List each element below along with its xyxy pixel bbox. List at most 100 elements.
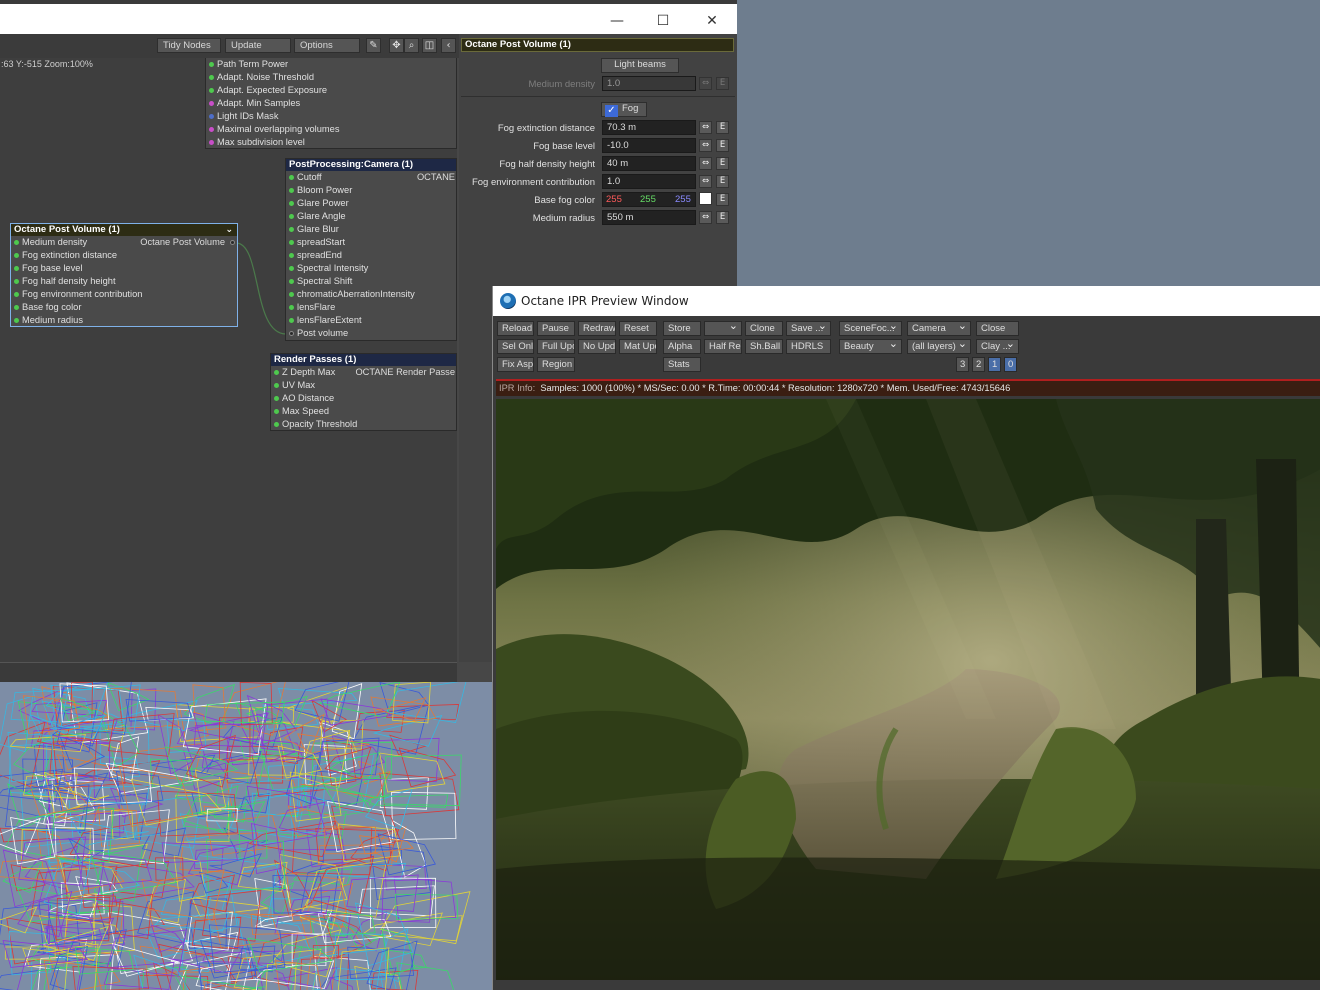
node-input-row[interactable]: Z Depth Max OCTANE Render Passe bbox=[271, 366, 456, 379]
node-input-row[interactable]: Adapt. Noise Threshold bbox=[206, 71, 456, 84]
base-fog-color-field[interactable]: 255 255 255 bbox=[602, 192, 696, 207]
region-button[interactable]: Region bbox=[537, 357, 575, 372]
node-input-row[interactable]: Glare Angle bbox=[286, 210, 456, 223]
node-input-row[interactable]: Spectral Intensity bbox=[286, 262, 456, 275]
half-res-button[interactable]: Half Res bbox=[704, 339, 742, 354]
close-ipr-button[interactable]: Close bbox=[976, 321, 1019, 336]
redraw-button[interactable]: Redraw bbox=[578, 321, 616, 336]
slot-0-button[interactable]: 0 bbox=[1004, 357, 1017, 372]
node-input-row[interactable]: Max Speed bbox=[271, 405, 456, 418]
envelope-button[interactable]: E bbox=[716, 157, 729, 170]
node-canvas-scrollbar[interactable] bbox=[0, 662, 457, 682]
node-input-row[interactable]: lensFlareExtent bbox=[286, 314, 456, 327]
camera-select[interactable]: Camera bbox=[907, 321, 971, 336]
envelope-button[interactable]: E bbox=[716, 211, 729, 224]
chevron-down-icon[interactable]: ⌄ bbox=[225, 224, 233, 236]
fog-environment-contribution-field[interactable]: 1.0 bbox=[602, 174, 696, 189]
node-input-row[interactable]: Spectral Shift bbox=[286, 275, 456, 288]
node-input-row[interactable]: Maximal overlapping volumes bbox=[206, 123, 456, 136]
node-canvas[interactable]: :63 Y:-515 Zoom:100% Path Term Power Ada… bbox=[0, 58, 457, 662]
node-input-row[interactable]: UV Max bbox=[271, 379, 456, 392]
node-input-row[interactable]: Adapt. Min Samples bbox=[206, 97, 456, 110]
color-green-value[interactable]: 255 bbox=[640, 193, 656, 206]
save-select[interactable]: Save ... bbox=[786, 321, 831, 336]
alpha-button[interactable]: Alpha bbox=[663, 339, 701, 354]
reset-arrows-icon[interactable]: ⇔ bbox=[699, 157, 712, 170]
envelope-button[interactable]: E bbox=[716, 77, 729, 90]
options-button[interactable]: Options bbox=[294, 38, 360, 53]
output-port-icon[interactable] bbox=[230, 240, 235, 245]
node-input-row[interactable]: Fog half density height bbox=[11, 275, 237, 288]
node-input-row[interactable]: Max subdivision level bbox=[206, 136, 456, 149]
maximize-button[interactable]: ☐ bbox=[640, 8, 686, 34]
medium-density-field[interactable]: 1.0 bbox=[602, 76, 696, 91]
layers-select[interactable]: (all layers) bbox=[907, 339, 971, 354]
node-input-row[interactable]: Glare Blur bbox=[286, 223, 456, 236]
envelope-button[interactable]: E bbox=[716, 139, 729, 152]
envelope-button[interactable]: E bbox=[716, 175, 729, 188]
node-input-row[interactable]: spreadStart bbox=[286, 236, 456, 249]
node-input-row[interactable]: chromaticAberrationIntensity bbox=[286, 288, 456, 301]
node-render-passes[interactable]: Render Passes (1) Z Depth Max OCTANE Rend… bbox=[270, 353, 457, 431]
reset-arrows-icon[interactable]: ⇔ bbox=[699, 139, 712, 152]
reset-arrows-icon[interactable]: ⇔ bbox=[699, 121, 712, 134]
node-input-row[interactable]: Base fog color bbox=[11, 301, 237, 314]
minimize-button[interactable]: — bbox=[594, 8, 640, 34]
shader-ball-button[interactable]: Sh.Ball bbox=[745, 339, 783, 354]
fix-aspect-button[interactable]: Fix Asp. bbox=[497, 357, 534, 372]
store-slot-select[interactable] bbox=[704, 321, 742, 336]
render-pass-select[interactable]: Beauty bbox=[839, 339, 902, 354]
move-icon[interactable]: ✥ bbox=[389, 38, 404, 53]
collapse-left-icon[interactable]: ‹ bbox=[441, 38, 456, 53]
color-blue-value[interactable]: 255 bbox=[675, 193, 691, 206]
node-input-row[interactable]: Fog base level bbox=[11, 262, 237, 275]
store-button[interactable]: Store bbox=[663, 321, 701, 336]
node-input-row[interactable]: lensFlare bbox=[286, 301, 456, 314]
slot-1-button[interactable]: 1 bbox=[988, 357, 1001, 372]
node-input-row[interactable]: AO Distance bbox=[271, 392, 456, 405]
node-input-row[interactable]: Fog extinction distance bbox=[11, 249, 237, 262]
tidy-nodes-button[interactable]: Tidy Nodes bbox=[157, 38, 221, 53]
close-button[interactable]: ✕ bbox=[689, 8, 735, 34]
slot-3-button[interactable]: 3 bbox=[956, 357, 969, 372]
clay-select[interactable]: Clay ... bbox=[976, 339, 1019, 354]
reset-arrows-icon[interactable]: ⇔ bbox=[699, 211, 712, 224]
no-update-button[interactable]: No Upd. bbox=[578, 339, 616, 354]
color-red-value[interactable]: 255 bbox=[606, 193, 622, 206]
node-octane-post-volume[interactable]: Octane Post Volume (1) ⌄ Medium density Oc… bbox=[10, 223, 238, 327]
fog-extinction-distance-field[interactable]: 70.3 m bbox=[602, 120, 696, 135]
scene-focus-select[interactable]: SceneFoc... bbox=[839, 321, 902, 336]
node-input-row[interactable]: Medium density Octane Post Volume bbox=[11, 236, 237, 249]
reset-button[interactable]: Reset bbox=[619, 321, 657, 336]
update-button[interactable]: Update bbox=[225, 38, 291, 53]
node-input-row[interactable]: Post volume bbox=[286, 327, 456, 340]
zoom-icon[interactable]: ⌕ bbox=[404, 38, 419, 53]
color-swatch[interactable] bbox=[699, 192, 712, 205]
node-input-row[interactable]: spreadEnd bbox=[286, 249, 456, 262]
light-beams-button[interactable]: Light beams bbox=[601, 58, 679, 73]
node-input-row[interactable]: Bloom Power bbox=[286, 184, 456, 197]
reset-arrows-icon[interactable]: ⇔ bbox=[699, 175, 712, 188]
node-input-row[interactable]: Glare Power bbox=[286, 197, 456, 210]
node-input-row[interactable]: Adapt. Expected Exposure bbox=[206, 84, 456, 97]
node-input-row[interactable]: Medium radius bbox=[11, 314, 237, 327]
envelope-button[interactable]: E bbox=[716, 121, 729, 134]
sel-only-button[interactable]: Sel Only bbox=[497, 339, 534, 354]
split-view-icon[interactable]: ◫ bbox=[422, 38, 437, 53]
mat-update-button[interactable]: Mat Upd bbox=[619, 339, 657, 354]
reload-button[interactable]: Reload bbox=[497, 321, 534, 336]
fog-half-density-height-field[interactable]: 40 m bbox=[602, 156, 696, 171]
render-preview-image[interactable] bbox=[496, 399, 1320, 980]
node-postprocessing-camera[interactable]: PostProcessing:Camera (1) Cutoff OCTANE B… bbox=[285, 158, 457, 341]
stats-button[interactable]: Stats bbox=[663, 357, 701, 372]
clone-button[interactable]: Clone bbox=[745, 321, 783, 336]
full-update-button[interactable]: Full Upd. bbox=[537, 339, 575, 354]
3d-viewport[interactable] bbox=[0, 682, 492, 990]
hdrls-button[interactable]: HDRLS bbox=[786, 339, 831, 354]
envelope-button[interactable]: E bbox=[716, 193, 729, 206]
slot-2-button[interactable]: 2 bbox=[972, 357, 985, 372]
node-input-row[interactable]: Light IDs Mask bbox=[206, 110, 456, 123]
pause-button[interactable]: Pause bbox=[537, 321, 575, 336]
node-input-row[interactable]: Path Term Power bbox=[206, 58, 456, 71]
reset-arrows-icon[interactable]: ⇔ bbox=[699, 77, 712, 90]
